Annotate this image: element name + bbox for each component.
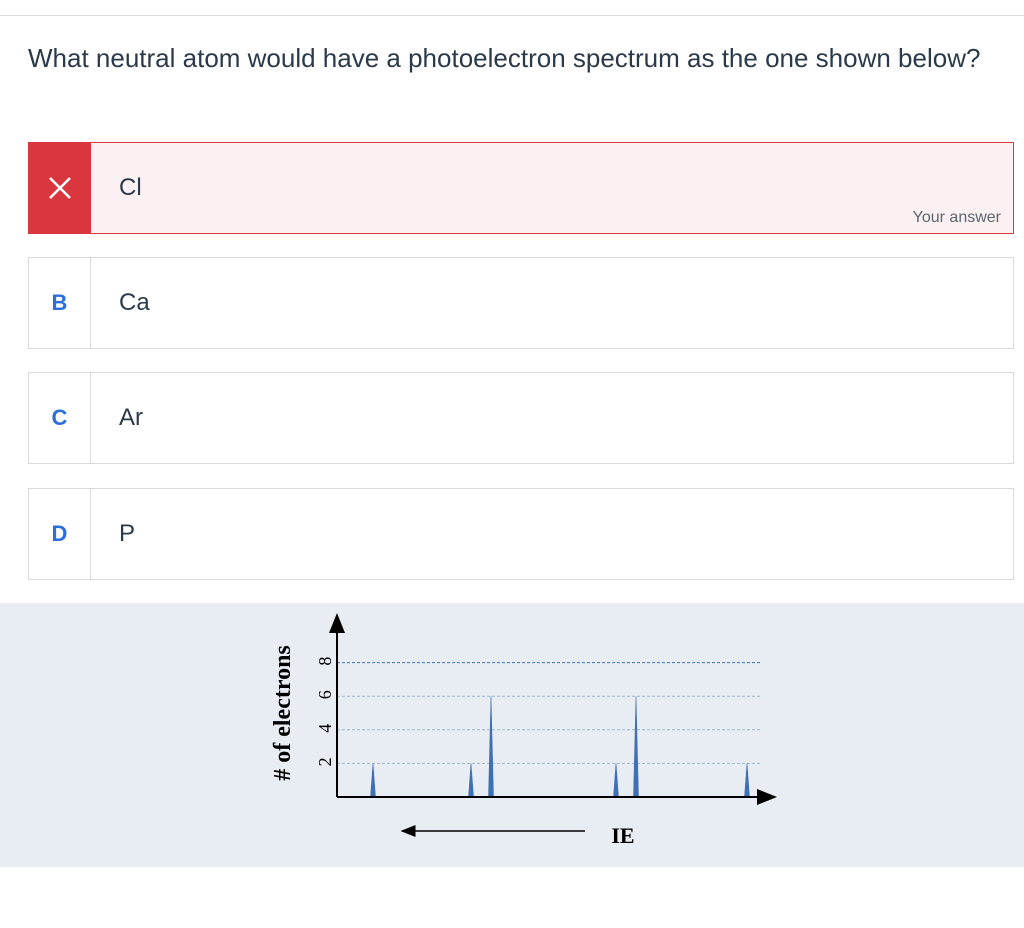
y-tick-label: 6 <box>315 690 335 699</box>
spectrum-peak <box>488 696 494 798</box>
option-label: Ar <box>119 404 143 431</box>
option-label: Cl <box>119 174 142 201</box>
option-key: B <box>29 258 91 348</box>
y-axis-label: # of electrons <box>270 645 296 781</box>
close-icon <box>48 177 71 199</box>
spectrum-peak <box>744 763 750 798</box>
top-divider <box>0 15 1024 16</box>
option-c[interactable]: C Ar <box>28 372 1014 464</box>
option-label: P <box>119 520 136 547</box>
y-tick-label: 2 <box>315 757 335 766</box>
option-label: Ca <box>119 289 150 316</box>
option-d[interactable]: D P <box>28 488 1014 580</box>
option-b[interactable]: B Ca <box>28 257 1014 349</box>
question-text: What neutral atom would have a photoelec… <box>28 43 981 73</box>
option-a[interactable]: Cl Your answer <box>28 142 1014 234</box>
spectrum-peak <box>370 763 376 798</box>
spectrum-figure: 2 4 6 8 IE # of electrons <box>0 603 1024 867</box>
y-tick-label: 8 <box>315 657 335 666</box>
wrong-answer-marker <box>29 143 91 233</box>
spectrum-peak <box>633 696 639 798</box>
spectrum-peak <box>468 763 474 798</box>
y-tick-label: 4 <box>315 724 335 733</box>
your-answer-badge: Your answer <box>912 209 1001 226</box>
option-key: C <box>29 373 91 463</box>
spectrum-peak <box>613 763 619 798</box>
photoelectron-spectrum-chart: 2 4 6 8 IE # of electrons <box>270 613 777 848</box>
option-key: D <box>29 489 91 579</box>
x-axis-label: IE <box>611 823 634 848</box>
